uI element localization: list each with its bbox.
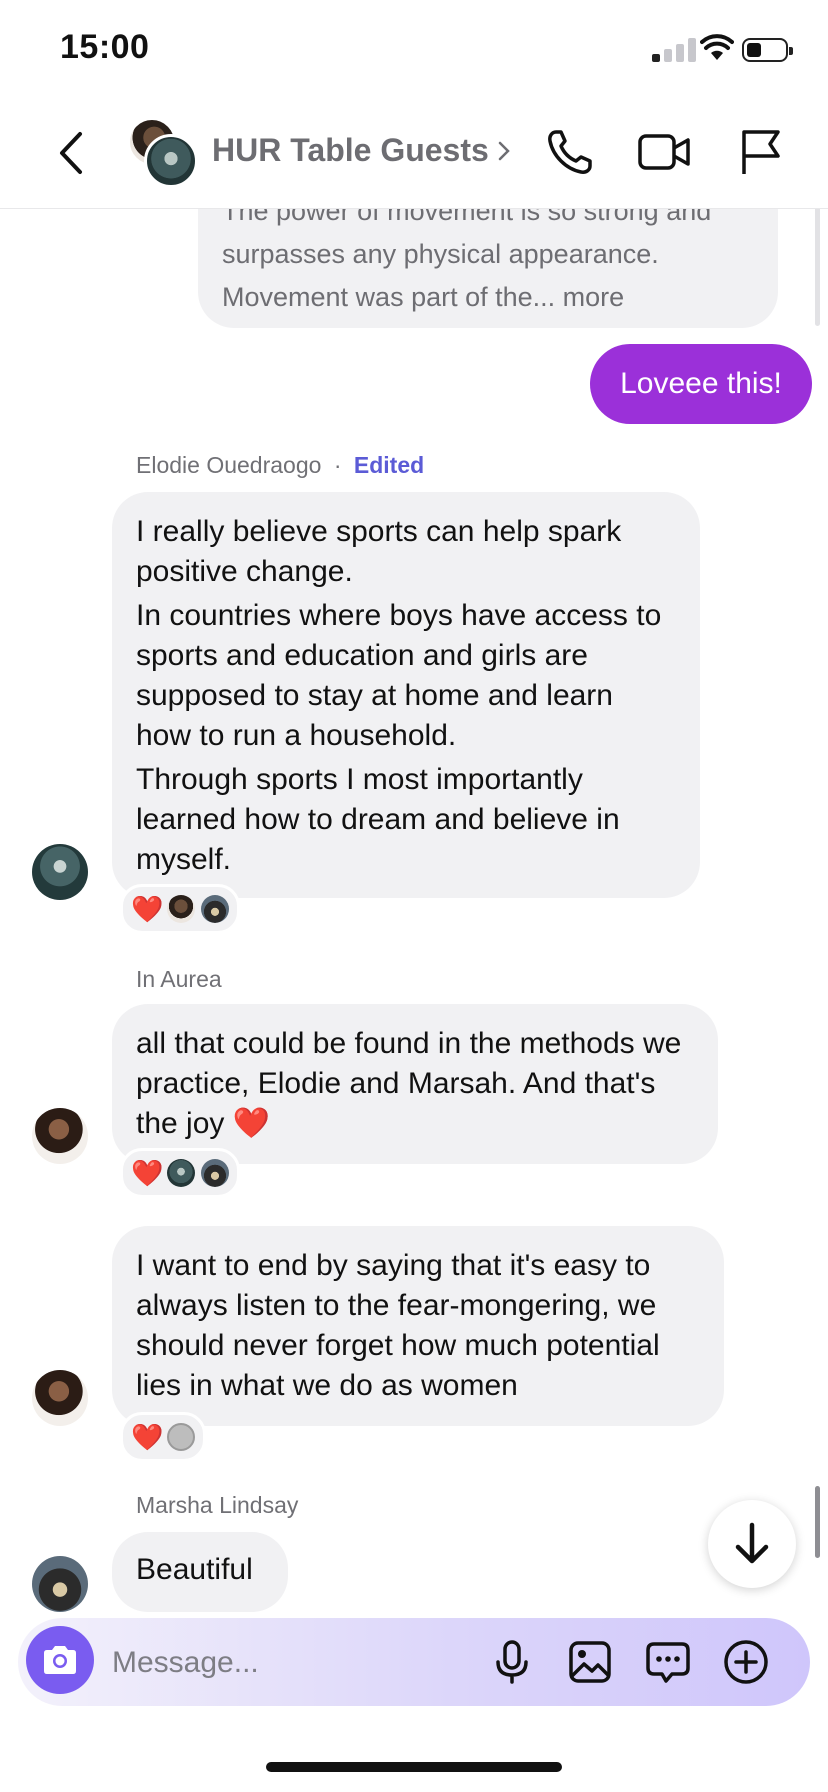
wifi-icon (700, 34, 734, 67)
battery-icon (742, 38, 793, 62)
message-paragraph: In countries where boys have access to s… (136, 599, 662, 752)
video-call-button[interactable] (636, 124, 692, 180)
separator-dot: · (333, 452, 342, 478)
avatar[interactable] (32, 1370, 88, 1426)
phone-icon (548, 130, 592, 174)
edited-label: Edited (353, 452, 425, 478)
outgoing-message-bubble[interactable]: Loveee this! (590, 344, 812, 424)
sender-name: Marsha Lindsay (136, 1492, 299, 1518)
cellular-signal-icon (652, 38, 696, 62)
sender-name: Elodie Ouedraogo (136, 452, 322, 478)
group-avatar[interactable] (128, 118, 198, 188)
chat-header: HUR Table Guests (0, 96, 828, 209)
message-input[interactable] (110, 1640, 494, 1686)
status-time: 15:00 (60, 28, 150, 66)
heart-reaction-icon: ❤️ (131, 1157, 164, 1188)
avatar[interactable] (32, 844, 88, 900)
reactor-avatar (167, 1423, 195, 1451)
reactions-pill[interactable]: ❤️ (120, 884, 240, 934)
camera-button[interactable] (26, 1626, 94, 1694)
message-text: all that could be found in the methods w… (136, 1027, 682, 1140)
phone-call-button[interactable] (542, 124, 598, 180)
message-text: Beautiful (136, 1553, 253, 1586)
message-text: Loveee this! (620, 367, 782, 400)
message-bubble[interactable]: I want to end by saying that it's easy t… (112, 1226, 724, 1426)
video-camera-icon (638, 134, 690, 170)
message-bubble[interactable]: I really believe sports can help spark p… (112, 492, 700, 898)
camera-icon (44, 1646, 76, 1674)
reactor-avatar (167, 895, 195, 923)
plus-circle-icon (724, 1640, 768, 1684)
flag-icon (742, 130, 780, 174)
heart-reaction-icon: ❤️ (131, 1421, 164, 1452)
scrollbar-track (815, 206, 820, 326)
message-composer (18, 1618, 810, 1706)
chevron-left-icon (60, 132, 82, 174)
preview-line: Movement was part of the... more (222, 282, 625, 312)
preview-line: surpasses any physical appearance. (222, 239, 659, 269)
microphone-icon (496, 1640, 528, 1684)
sender-name-line: Elodie Ouedraogo · Edited (136, 452, 424, 479)
report-flag-button[interactable] (732, 124, 788, 180)
scrollbar-thumb[interactable] (815, 1486, 820, 1558)
chat-bubble-dots-icon (646, 1642, 690, 1683)
gallery-button[interactable] (566, 1638, 614, 1686)
arrow-down-icon (735, 1522, 769, 1564)
reactions-pill[interactable]: ❤️ (120, 1148, 240, 1198)
scroll-to-bottom-button[interactable] (708, 1500, 796, 1588)
image-icon (569, 1641, 611, 1683)
heart-reaction-icon: ❤️ (131, 893, 164, 924)
message-paragraph: I really believe sports can help spark p… (136, 515, 622, 588)
message-paragraph: Through sports I most importantly learne… (136, 763, 620, 876)
chevron-right-icon (497, 140, 511, 167)
avatar[interactable] (32, 1108, 88, 1164)
message-bubble[interactable]: Beautiful (112, 1532, 288, 1612)
message-bubble[interactable]: all that could be found in the methods w… (112, 1004, 718, 1164)
reactor-avatar (167, 1159, 195, 1187)
message-text: I want to end by saying that it's easy t… (136, 1249, 660, 1402)
voice-message-button[interactable] (488, 1638, 536, 1686)
group-title[interactable]: HUR Table Guests (212, 132, 489, 169)
sticker-button[interactable] (644, 1638, 692, 1686)
back-button[interactable] (46, 126, 96, 180)
sender-name: In Aurea (136, 966, 222, 992)
more-options-button[interactable] (722, 1638, 770, 1686)
reactions-pill[interactable]: ❤️ (120, 1412, 206, 1462)
avatar[interactable] (32, 1556, 88, 1612)
reactor-avatar (201, 1159, 229, 1187)
reactor-avatar (201, 895, 229, 923)
home-indicator (266, 1762, 562, 1772)
